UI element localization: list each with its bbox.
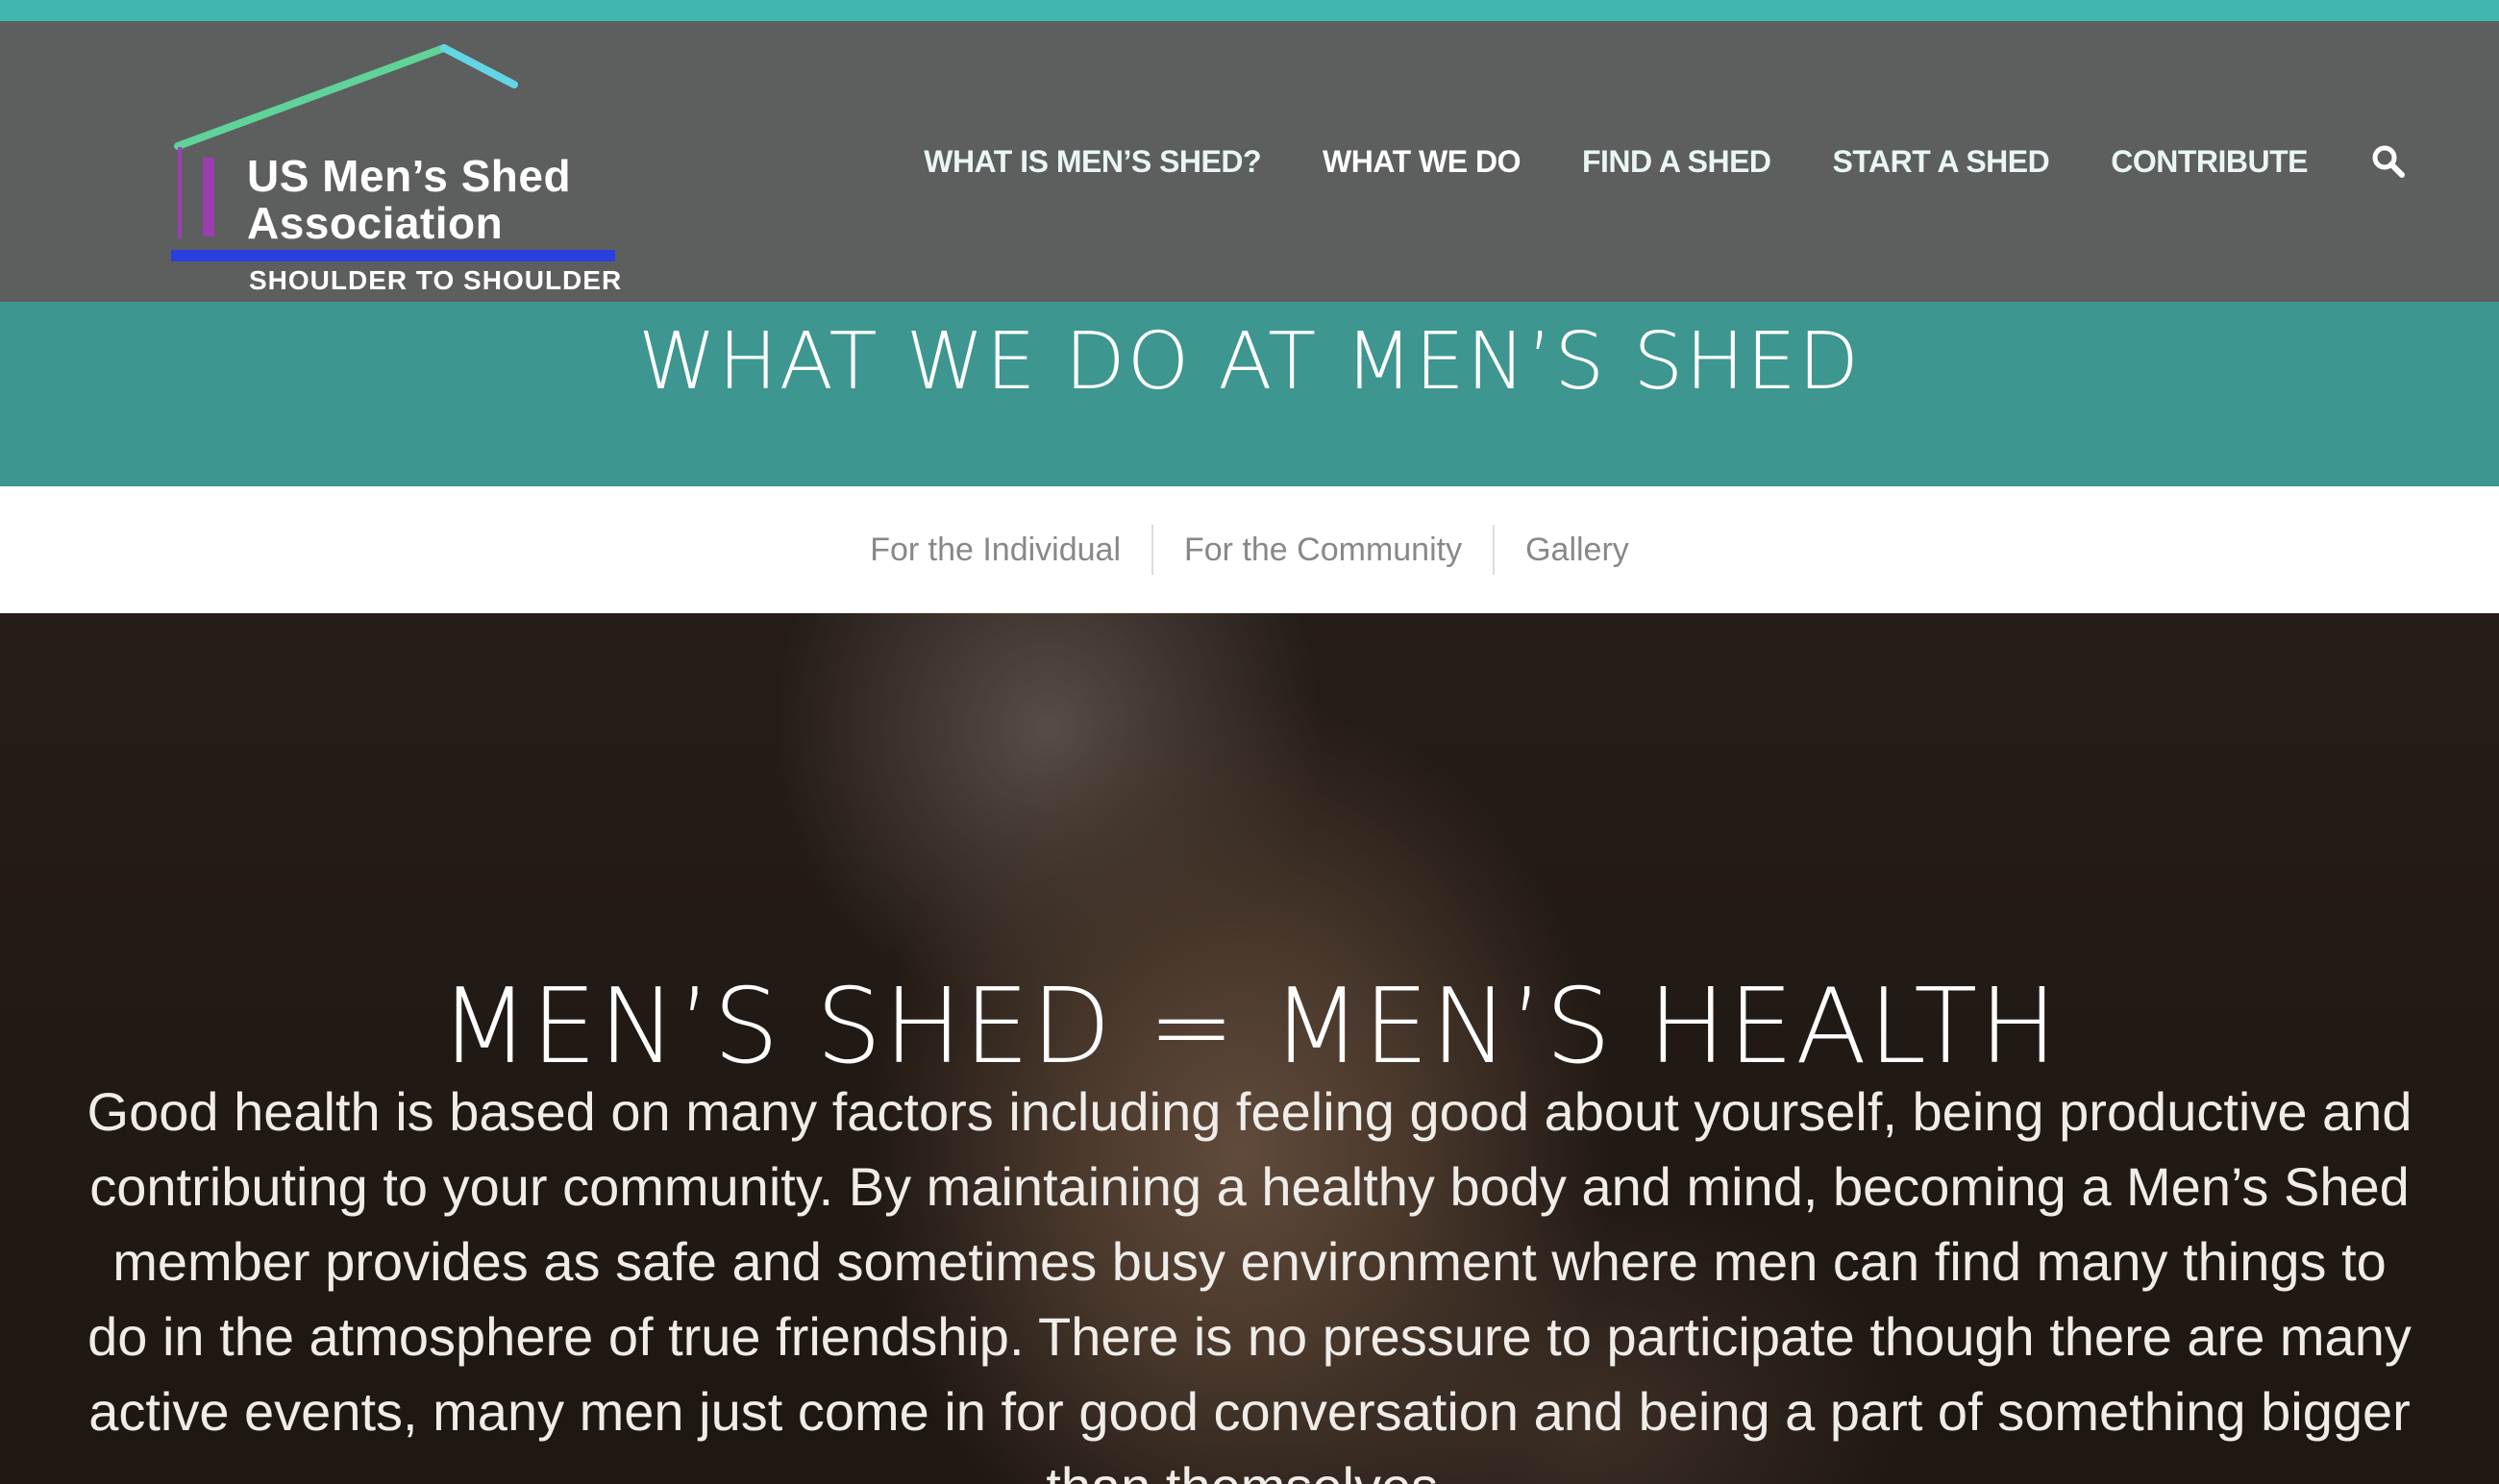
hero-section: MEN’S SHED = MEN’S HEALTH Good health is… xyxy=(0,613,2499,1484)
subnav-for-the-individual[interactable]: For the Individual xyxy=(839,532,1151,569)
nav-contribute[interactable]: CONTRIBUTE xyxy=(2111,144,2308,180)
page-title: WHAT WE DO AT MEN’S SHED xyxy=(638,316,1861,408)
hero-heading: MEN’S SHED = MEN’S HEALTH xyxy=(439,966,2060,1087)
nav-what-we-do[interactable]: WHAT WE DO xyxy=(1323,144,1521,180)
nav-what-is-mens-shed[interactable]: WHAT IS MEN’S SHED? xyxy=(924,144,1261,180)
subnav-for-the-community[interactable]: For the Community xyxy=(1153,532,1493,569)
search-button[interactable] xyxy=(2369,142,2408,181)
logo-tagline: SHOULDER TO SHOULDER xyxy=(249,265,623,295)
search-icon xyxy=(2372,145,2405,178)
page-title-band: WHAT WE DO AT MEN’S SHED xyxy=(0,302,2499,486)
main-navigation: WHAT IS MEN’S SHED? WHAT WE DO FIND A SH… xyxy=(862,21,2408,302)
nav-find-a-shed[interactable]: FIND A SHED xyxy=(1582,144,1771,180)
subnav-gallery[interactable]: Gallery xyxy=(1495,532,1660,569)
logo-name-line1: US Men’s Shed xyxy=(247,151,572,201)
nav-start-a-shed[interactable]: START A SHED xyxy=(1833,144,2050,180)
hero-body-text: Good health is based on many factors inc… xyxy=(87,1081,2412,1484)
top-accent-strip xyxy=(0,0,2499,21)
site-logo[interactable]: US Men’s Shed Association SHOULDER TO SH… xyxy=(168,21,630,302)
section-sub-navigation: For the Individual For the Community Gal… xyxy=(0,486,2499,613)
logo-name-line2: Association xyxy=(247,198,504,248)
